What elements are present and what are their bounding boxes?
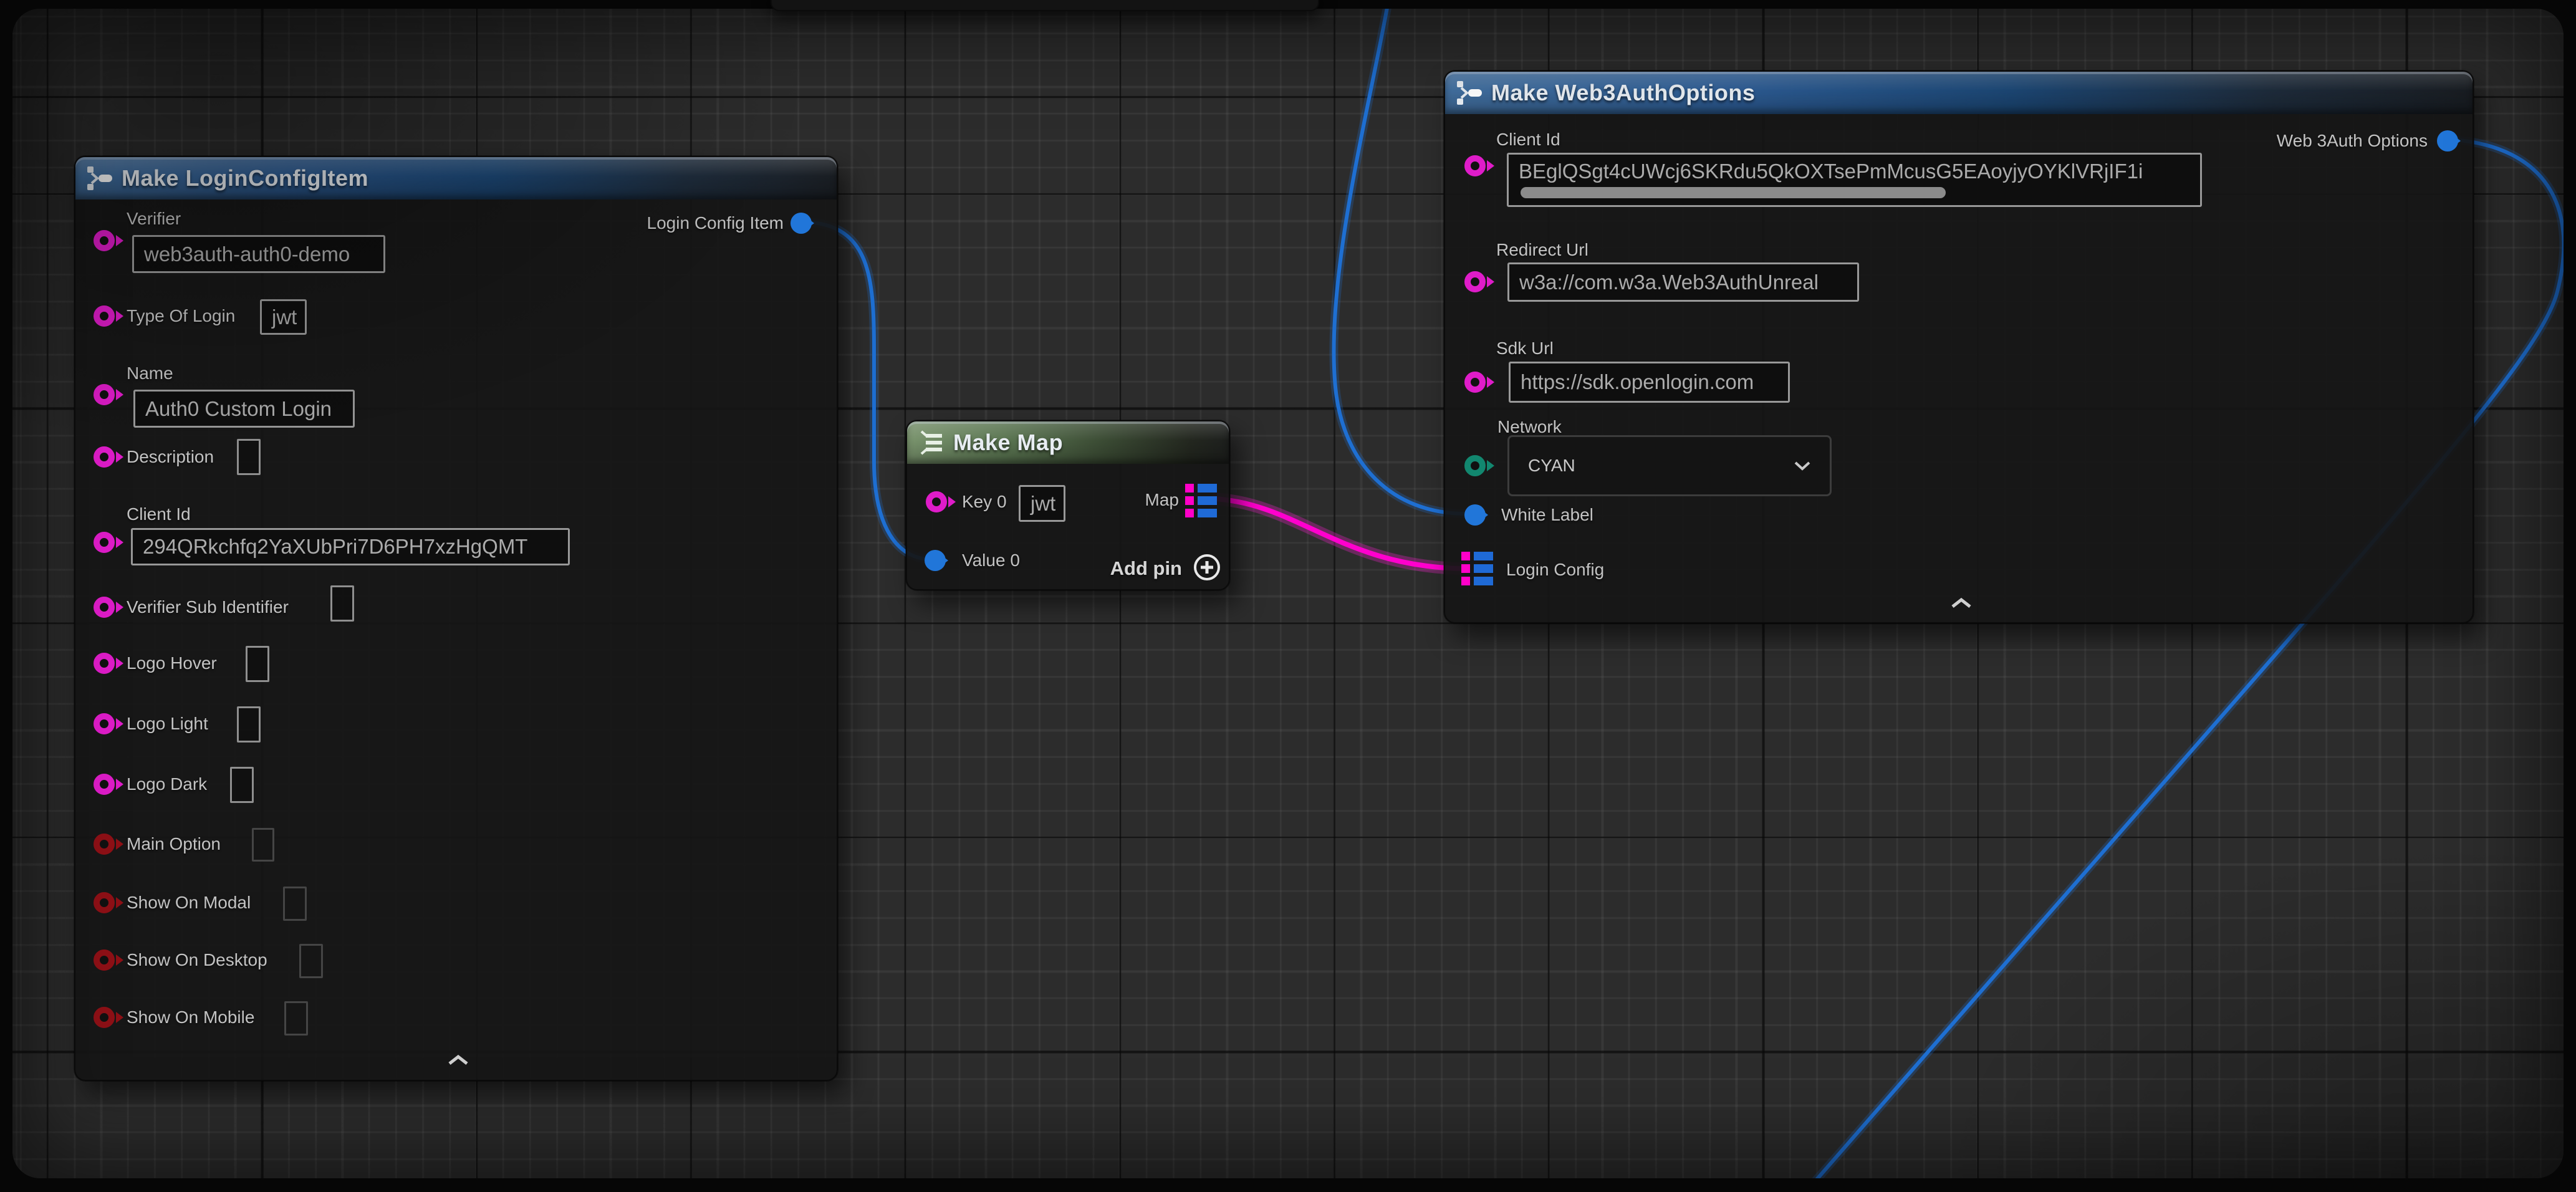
description-field[interactable]: [237, 439, 261, 475]
blueprint-graph-canvas[interactable]: Make LoginConfigItem Login Config Item V…: [12, 9, 2564, 1178]
output-pin-label: Web 3Auth Options: [2277, 130, 2428, 151]
main-option-checkbox[interactable]: [252, 828, 274, 862]
show-on-mobile-checkbox[interactable]: [284, 1001, 308, 1036]
pin-show-on-mobile[interactable]: [94, 1007, 115, 1028]
pin-label: Show On Desktop: [127, 949, 267, 971]
pin-label: Network: [1497, 416, 1562, 438]
node-header-make-map[interactable]: Make Map: [907, 421, 1229, 464]
pin-sdk-url[interactable]: [1464, 372, 1486, 393]
redirect-url-field[interactable]: w3a://com.w3a.Web3AuthUnreal: [1507, 262, 1859, 302]
pin-label: Description: [127, 446, 214, 468]
add-pin-icon[interactable]: [1193, 553, 1221, 582]
pin-client-id[interactable]: [94, 532, 115, 553]
show-on-desktop-checkbox[interactable]: [299, 944, 323, 978]
pin-label: Type Of Login: [127, 305, 235, 327]
sdk-url-field[interactable]: https://sdk.openlogin.com: [1509, 362, 1790, 403]
chevron-up-icon[interactable]: [1948, 595, 1975, 610]
pin-label: Logo Light: [127, 713, 208, 734]
add-pin-label: Add pin: [1110, 557, 1182, 580]
node-title: Make Map: [953, 430, 1063, 456]
logo-hover-field[interactable]: [246, 646, 269, 682]
pin-label: Name: [127, 363, 173, 384]
pin-logo-hover[interactable]: [94, 653, 115, 674]
pin-label: Show On Mobile: [127, 1007, 254, 1028]
pin-verifier-sub-identifier[interactable]: [94, 597, 115, 618]
verifier-sub-identifier-field[interactable]: [330, 585, 354, 622]
pin-name[interactable]: [94, 384, 115, 405]
client-id-field[interactable]: BEglQSgt4cUWcj6SKRdu5QkOXTsePmMcusG5EAoy…: [1507, 153, 2202, 207]
pin-key-0[interactable]: [926, 491, 947, 512]
pin-label: Client Id: [1496, 129, 1560, 150]
pin-white-label[interactable]: [1464, 504, 1486, 526]
node-make-web3authoptions[interactable]: Make Web3AuthOptions Web 3Auth Options C…: [1444, 70, 2474, 623]
pin-login-config[interactable]: [1461, 552, 1493, 585]
type-of-login-value: jwt: [272, 305, 297, 329]
pin-label: Logo Dark: [127, 774, 207, 795]
node-title: Make Web3AuthOptions: [1491, 80, 1755, 106]
output-pin-label: Login Config Item: [647, 213, 784, 234]
pin-show-on-modal[interactable]: [94, 892, 115, 913]
make-struct-icon: [85, 164, 114, 193]
chevron-down-icon: [1794, 461, 1811, 471]
pin-label: Login Config: [1506, 559, 1604, 580]
pin-label: Show On Modal: [127, 892, 251, 913]
pin-label: Verifier: [127, 208, 181, 229]
chevron-up-icon[interactable]: [445, 1052, 472, 1067]
pin-label: Client Id: [127, 504, 191, 525]
node-title: Make LoginConfigItem: [122, 165, 368, 191]
pin-label: White Label: [1501, 504, 1593, 526]
client-id-field[interactable]: 294QRkchfq2YaXUbPri7D6PH7xzHgQMT: [131, 528, 570, 565]
offscreen-node-fragment[interactable]: [771, 0, 1319, 11]
network-value: CYAN: [1528, 456, 1575, 476]
pin-main-option[interactable]: [94, 834, 115, 855]
pin-network[interactable]: [1464, 455, 1486, 476]
output-pin-map[interactable]: [1185, 484, 1217, 517]
show-on-modal-checkbox[interactable]: [283, 887, 307, 921]
pin-type-of-login[interactable]: [94, 305, 115, 327]
node-header-make-loginconfigitem[interactable]: Make LoginConfigItem: [75, 157, 837, 199]
verifier-field[interactable]: web3auth-auth0-demo: [132, 235, 385, 273]
pin-label: Logo Hover: [127, 653, 217, 674]
sdk-url-value: https://sdk.openlogin.com: [1521, 370, 1754, 394]
node-make-loginconfigitem[interactable]: Make LoginConfigItem Login Config Item V…: [74, 156, 838, 1081]
node-header-make-web3authoptions[interactable]: Make Web3AuthOptions: [1445, 72, 2473, 114]
output-pin-label: Map: [1145, 489, 1179, 511]
verifier-value: web3auth-auth0-demo: [144, 243, 350, 266]
pin-client-id[interactable]: [1464, 155, 1486, 176]
name-field[interactable]: Auth0 Custom Login: [133, 390, 355, 428]
redirect-url-value: w3a://com.w3a.Web3AuthUnreal: [1519, 271, 1819, 294]
pin-label: Key 0: [962, 491, 1007, 512]
pin-label: Verifier Sub Identifier: [127, 597, 289, 618]
key-0-field[interactable]: jwt: [1019, 485, 1065, 522]
pin-logo-dark[interactable]: [94, 774, 115, 795]
pin-value-0[interactable]: [925, 550, 946, 571]
pin-show-on-desktop[interactable]: [94, 949, 115, 971]
client-id-scrollbar[interactable]: [1521, 187, 1946, 198]
pin-description[interactable]: [94, 446, 115, 468]
logo-light-field[interactable]: [237, 706, 261, 743]
pin-verifier[interactable]: [94, 230, 115, 251]
output-pin-login-config-item[interactable]: [791, 213, 812, 234]
network-dropdown[interactable]: CYAN: [1507, 435, 1832, 496]
pin-label: Redirect Url: [1496, 239, 1588, 261]
pin-label: Value 0: [962, 550, 1020, 571]
client-id-value: BEglQSgt4cUWcj6SKRdu5QkOXTsePmMcusG5EAoy…: [1519, 160, 2143, 183]
pin-label: Sdk Url: [1496, 338, 1554, 359]
make-array-icon: [917, 428, 946, 457]
logo-dark-field[interactable]: [230, 767, 254, 803]
key-0-value: jwt: [1031, 492, 1055, 516]
make-struct-icon: [1455, 79, 1484, 107]
type-of-login-field[interactable]: jwt: [260, 299, 307, 335]
name-value: Auth0 Custom Login: [145, 397, 332, 421]
pin-redirect-url[interactable]: [1464, 271, 1486, 292]
client-id-value: 294QRkchfq2YaXUbPri7D6PH7xzHgQMT: [143, 535, 527, 559]
pin-logo-light[interactable]: [94, 713, 115, 734]
pin-label: Main Option: [127, 834, 221, 855]
node-make-map[interactable]: Make Map Key 0 jwt Map Value 0 Add pin: [906, 420, 1230, 590]
output-pin-web3auth-options[interactable]: [2437, 130, 2458, 151]
